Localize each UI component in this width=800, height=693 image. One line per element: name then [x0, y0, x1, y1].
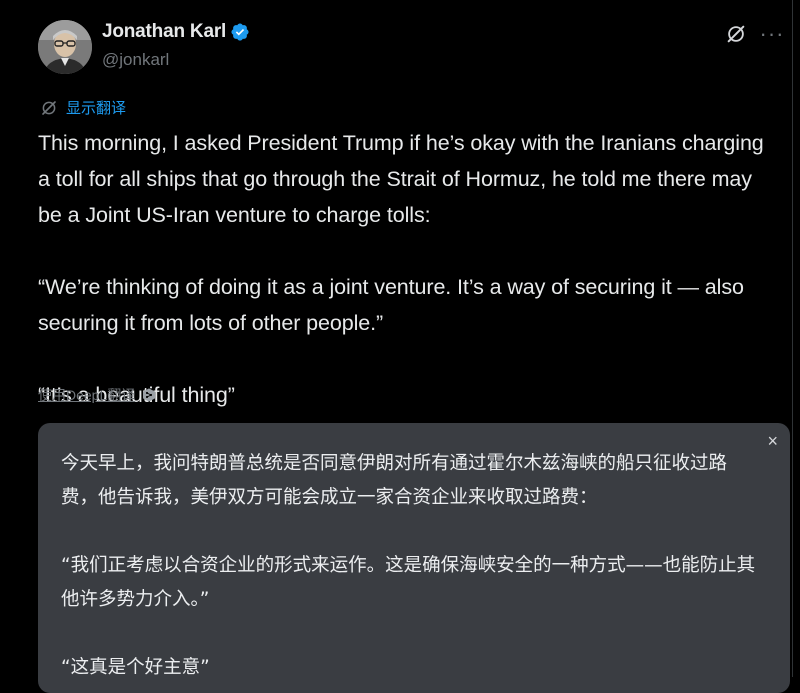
- grok-button[interactable]: [724, 22, 748, 46]
- show-translation-link[interactable]: 显示翻译: [40, 97, 126, 118]
- translation-paragraph: “这真是个好主意”: [61, 657, 210, 678]
- translation-paragraph: “我们正考虑以合资企业的形式来运作。这是确保海峡安全的一种方式——也能防止其他许…: [61, 555, 756, 610]
- avatar-image: [38, 20, 92, 74]
- tweet-paragraph: “We’re thinking of doing it as a joint v…: [38, 275, 744, 335]
- avatar[interactable]: [38, 20, 92, 74]
- translate-icon: [42, 100, 56, 115]
- tweet-text: This morning, I asked President Trump if…: [38, 125, 778, 413]
- translation-panel: × 今天早上，我问特朗普总统是否同意伊朗对所有通过霍尔木兹海峡的船只征收过路费，…: [38, 423, 790, 693]
- translation-text: 今天早上，我问特朗普总统是否同意伊朗对所有通过霍尔木兹海峡的船只征收过路费，他告…: [61, 447, 761, 685]
- translation-paragraph: 今天早上，我问特朗普总统是否同意伊朗对所有通过霍尔木兹海峡的船只征收过路费，他告…: [61, 453, 728, 508]
- grok-icon: [727, 25, 745, 43]
- column-border: [792, 0, 793, 677]
- author-handle[interactable]: @jonkarl: [102, 50, 169, 70]
- tweet-paragraph: This morning, I asked President Trump if…: [38, 131, 764, 227]
- verified-badge-icon: [231, 23, 249, 41]
- more-icon: ···: [759, 21, 785, 46]
- tweet-top-actions: ···: [724, 22, 784, 46]
- author-name-row[interactable]: Jonathan Karl: [102, 21, 250, 43]
- close-translation-button[interactable]: ×: [767, 431, 778, 452]
- close-icon: ×: [767, 431, 778, 451]
- deepl-translate-link[interactable]: 使用DeepL翻译: [38, 385, 157, 405]
- author-display-name[interactable]: Jonathan Karl: [102, 21, 226, 43]
- show-translation-label[interactable]: 显示翻译: [66, 97, 126, 118]
- deepl-translate-label[interactable]: 使用DeepL翻译: [38, 385, 135, 405]
- deepl-icon: [143, 388, 156, 402]
- more-button[interactable]: ···: [760, 22, 784, 46]
